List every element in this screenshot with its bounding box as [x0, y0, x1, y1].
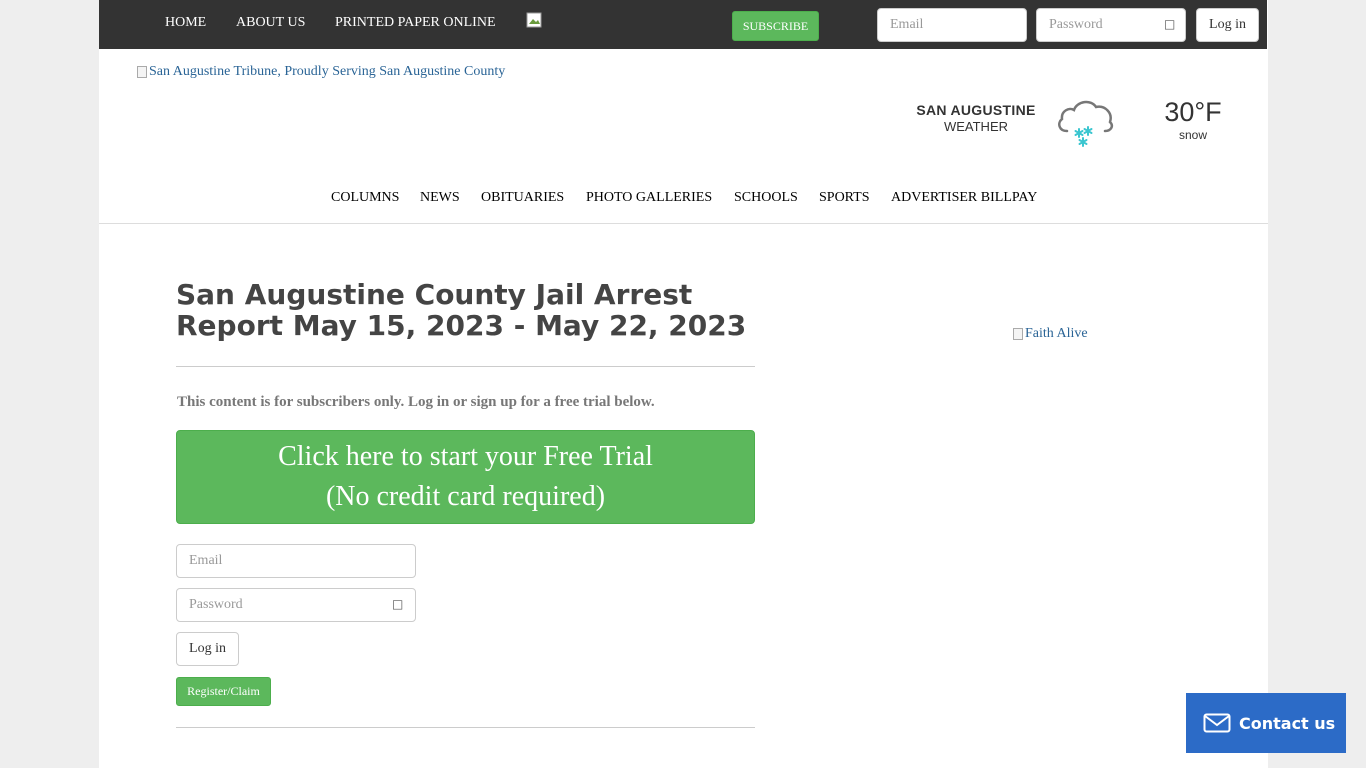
password-reveal-icon[interactable]: □ [1164, 17, 1175, 31]
contact-us-button[interactable]: Contact us [1186, 693, 1346, 753]
weather-widget-label: SAN AUGUSTINE WEATHER [908, 102, 1044, 134]
contact-us-label: Contact us [1239, 713, 1336, 733]
free-trial-line-2: (No credit card required) [325, 481, 606, 512]
nav-divider [99, 223, 1268, 224]
site-logo[interactable]: San Augustine Tribune, Proudly Serving S… [137, 64, 505, 80]
sidebar-ad[interactable]: Faith Alive [1013, 326, 1088, 342]
top-login-button[interactable]: Log in [1196, 8, 1259, 42]
subscriber-message: This content is for subscribers only. Lo… [177, 394, 655, 410]
broken-image-icon [137, 66, 147, 78]
broken-image-icon [1013, 328, 1023, 340]
nav-advertiser-billpay[interactable]: ADVERTISER BILLPAY [891, 190, 1037, 206]
top-email-input[interactable] [877, 8, 1027, 42]
password-field[interactable] [176, 588, 416, 622]
nav-columns[interactable]: COLUMNS [331, 190, 399, 206]
weather-condition: snow [1178, 128, 1207, 142]
free-trial-button[interactable]: Click here to start your Free Trial (No … [176, 430, 755, 524]
password-reveal-icon[interactable]: □ [392, 597, 403, 611]
login-button[interactable]: Log in [176, 632, 239, 666]
top-nav-printed-paper-online[interactable]: PRINTED PAPER ONLINE [335, 15, 496, 31]
site-logo-alt-text: San Augustine Tribune, Proudly Serving S… [149, 64, 506, 79]
form-divider [176, 727, 755, 728]
top-nav-about-us[interactable]: ABOUT US [236, 15, 305, 31]
title-divider [176, 366, 755, 367]
email-field[interactable] [176, 544, 416, 578]
weather-location: SAN AUGUSTINE [916, 102, 1036, 118]
nav-obituaries[interactable]: OBITUARIES [481, 190, 564, 206]
free-trial-line-1: Click here to start your Free Trial [278, 441, 653, 472]
top-nav-home[interactable]: HOME [165, 15, 206, 31]
envelope-icon [1203, 713, 1231, 733]
nav-news[interactable]: NEWS [420, 190, 460, 206]
nav-schools[interactable]: SCHOOLS [734, 190, 798, 206]
register-claim-button[interactable]: Register/Claim [176, 677, 271, 706]
nav-sports[interactable]: SPORTS [819, 190, 870, 206]
nav-photo-galleries[interactable]: PHOTO GALLERIES [586, 190, 712, 206]
broken-image-icon[interactable] [526, 12, 542, 28]
subscribe-button[interactable]: SUBSCRIBE [732, 11, 819, 41]
weather-temperature-block: 30°F snow [1145, 97, 1241, 142]
sidebar-ad-alt-text: Faith Alive [1025, 326, 1088, 341]
article-title: San Augustine County Jail Arrest Report … [176, 278, 747, 342]
snow-cloud-icon [1058, 100, 1114, 147]
weather-label: WEATHER [943, 119, 1009, 134]
weather-temperature: 30°F [1164, 97, 1222, 127]
